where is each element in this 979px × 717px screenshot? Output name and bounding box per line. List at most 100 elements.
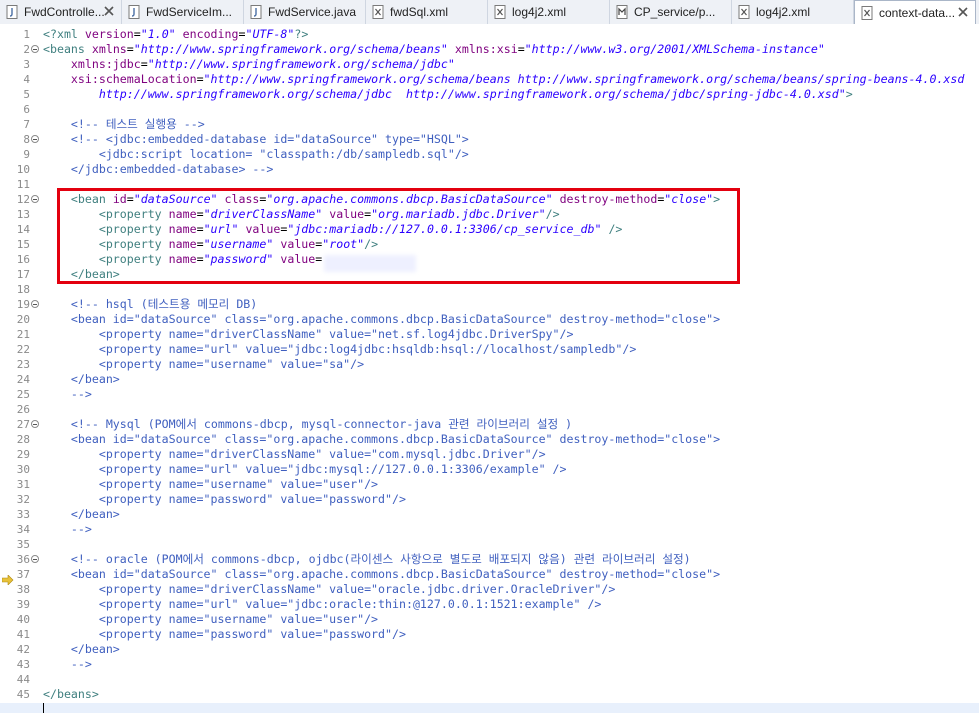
tab-1[interactable]: FwdServiceIm...: [122, 0, 244, 24]
line-number: 42: [16, 643, 30, 656]
code-line: 20 <bean id="dataSource" class="org.apac…: [0, 312, 979, 327]
code-token: encoding: [182, 27, 239, 41]
code-text: <property name="username" value="sa"/>: [43, 357, 364, 372]
maven-pom-icon: [616, 5, 629, 19]
tab-5[interactable]: CP_service/p...: [610, 0, 732, 24]
line-number: 35: [16, 538, 30, 551]
line-number: 19: [16, 298, 30, 311]
line-number: 27: [16, 418, 30, 431]
line-number: 4: [23, 73, 30, 86]
code-text: <property name="url" value="jdbc:log4jdb…: [43, 342, 636, 357]
line-number: 12: [16, 193, 30, 206]
code-text: xsi:schemaLocation="http://www.springfra…: [43, 72, 964, 87]
tab-label: CP_service/p...: [634, 5, 716, 19]
code-text: <!-- 테스트 실행용 -->: [43, 117, 205, 132]
code-text: <?xml version="1.0" encoding="UTF-8"?>: [43, 27, 308, 42]
code-line: 37 <bean id="dataSource" class="org.apac…: [0, 567, 979, 582]
line-number: 45: [16, 688, 30, 701]
code-token: <!-- <jdbc:embedded-database id="dataSou…: [43, 132, 469, 146]
code-token: </jdbc:embedded-database> -->: [43, 162, 274, 176]
code-token: <property name="password" value="passwor…: [43, 627, 406, 641]
close-icon[interactable]: [103, 5, 115, 17]
tab-label: log4j2.xml: [756, 5, 811, 19]
code-token: <bean id="dataSource" class="org.apache.…: [43, 567, 721, 581]
redacted-password: [324, 255, 416, 272]
code-text: <property name="username" value="user"/>: [43, 477, 378, 492]
code-text: <!-- hsql (테스트용 메모리 DB): [43, 297, 257, 312]
line-number: 23: [16, 358, 30, 371]
line-number: 30: [16, 463, 30, 476]
line-number: 2: [23, 43, 30, 56]
code-text: </jdbc:embedded-database> -->: [43, 162, 273, 177]
line-number: 7: [23, 118, 30, 131]
xml-file-icon: [861, 5, 874, 20]
code-token: =: [196, 72, 204, 86]
fold-toggle-icon[interactable]: [31, 555, 39, 563]
code-token: <property name="username" value="user"/>: [43, 612, 379, 626]
xml-editor[interactable]: 1 <?xml version="1.0" encoding="UTF-8"?> 2…: [0, 24, 979, 716]
code-token: -->: [43, 657, 92, 671]
code-text: </bean>: [43, 642, 120, 657]
code-token: ?>: [294, 27, 309, 41]
code-token: "http://www.springframework.org/schema/j…: [147, 57, 455, 71]
code-line: 4 xsi:schemaLocation="http://www.springf…: [0, 72, 979, 87]
current-line-highlight: [0, 703, 979, 713]
fold-toggle-icon[interactable]: [31, 300, 39, 308]
code-line: 24 </bean>: [0, 372, 979, 387]
code-line: 43 -->: [0, 657, 979, 672]
tab-7[interactable]: context-data...: [854, 0, 976, 24]
line-number: 3: [23, 58, 30, 71]
code-token: "http://www.springframework.org/schema/b…: [203, 72, 965, 86]
code-text: <property name="url" value="jdbc:mysql:/…: [43, 462, 567, 477]
code-text: <property name="driverClassName" value="…: [43, 582, 616, 597]
tab-6[interactable]: log4j2.xml: [732, 0, 854, 24]
current-line-arrow-icon: [1, 570, 14, 586]
code-text: <bean id="dataSource" class="org.apache.…: [43, 432, 720, 447]
line-number: 28: [16, 433, 30, 446]
tab-0[interactable]: FwdControlle...: [0, 0, 122, 24]
code-token: version: [84, 27, 134, 41]
line-number: 8: [23, 133, 30, 146]
java-file-icon: [128, 5, 141, 19]
code-text: <property name="driverClassName" value="…: [43, 447, 546, 462]
close-icon[interactable]: [957, 6, 969, 18]
fold-toggle-icon[interactable]: [31, 420, 39, 428]
code-token: <property name="username" value="user"/>: [43, 477, 379, 491]
fold-toggle-icon[interactable]: [31, 45, 39, 53]
line-number: 9: [23, 148, 30, 161]
line-number: 41: [16, 628, 30, 641]
code-line: 34 -->: [0, 522, 979, 537]
code-line: 23 <property name="username" value="sa"/…: [0, 357, 979, 372]
code-line: 41 <property name="password" value="pass…: [0, 627, 979, 642]
code-text: <property name="username" value="user"/>: [43, 612, 378, 627]
tab-2[interactable]: FwdService.java: [244, 0, 366, 24]
code-text: <bean id="dataSource" class="org.apache.…: [43, 312, 720, 327]
code-line: 22 <property name="url" value="jdbc:log4…: [0, 342, 979, 357]
code-token: =: [126, 42, 134, 56]
code-line: 25 -->: [0, 387, 979, 402]
code-text: -->: [43, 387, 92, 402]
code-token: <bean id="dataSource" class="org.apache.…: [43, 312, 721, 326]
tab-label: context-data...: [879, 5, 956, 20]
line-number: 43: [16, 658, 30, 671]
tab-3[interactable]: fwdSql.xml: [366, 0, 488, 24]
java-file-icon: [6, 5, 19, 19]
line-number: 34: [16, 523, 30, 536]
tab-4[interactable]: log4j2.xml: [488, 0, 610, 24]
code-line: 9 <jdbc:script location= "classpath:/db/…: [0, 147, 979, 162]
code-text: <beans xmlns="http://www.springframework…: [43, 42, 825, 57]
code-text: <!-- Mysql (POM에서 commons-dbcp, mysql-co…: [43, 417, 572, 432]
code-line: 19 <!-- hsql (테스트용 메모리 DB): [0, 297, 979, 312]
xml-file-icon: [494, 5, 507, 19]
code-token: <property name="url" value="jdbc:oracle:…: [43, 597, 602, 611]
xml-file-icon: [738, 5, 751, 19]
code-line: 44: [0, 672, 979, 687]
fold-toggle-icon[interactable]: [31, 195, 39, 203]
code-line: 1 <?xml version="1.0" encoding="UTF-8"?>: [0, 27, 979, 42]
code-line: 40 <property name="username" value="user…: [0, 612, 979, 627]
code-token: xmlns:jdbc: [70, 57, 141, 71]
code-token: <property name="url" value="jdbc:mysql:/…: [43, 462, 567, 476]
code-token: </bean>: [43, 372, 120, 386]
fold-toggle-icon[interactable]: [31, 135, 39, 143]
